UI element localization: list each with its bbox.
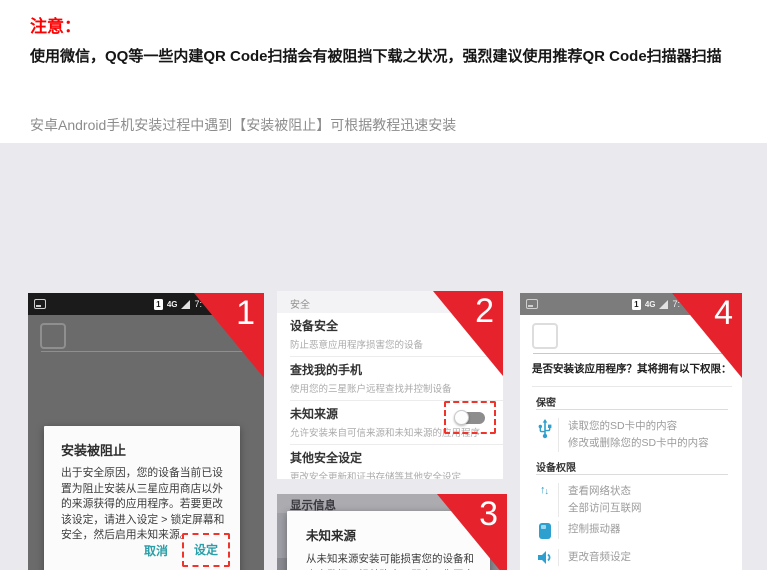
dialog-title: 未知来源 (306, 525, 356, 544)
screenshot-step3: 显示信息 在 安 设 安 设 防 查 使 未 允许安装来自可信来源和未知来源的应… (277, 494, 507, 570)
divider (536, 409, 728, 410)
permission-sd-card: 读取您的SD卡中的内容 修改或删除您的SD卡中的内容 (534, 418, 709, 452)
step-triangle: 1 (194, 293, 264, 378)
signal-strength-icon (659, 300, 668, 309)
window-status-icon (34, 299, 46, 309)
permission-audio: 更改音频设定 (534, 549, 631, 566)
step-number: 1 (236, 293, 255, 333)
window-status-icon (526, 299, 538, 309)
section-privacy: 保密 (536, 394, 556, 409)
divider (536, 474, 728, 475)
usb-storage-icon (534, 418, 556, 452)
vibration-icon (534, 521, 556, 539)
highlight-box-toggle (444, 401, 496, 434)
dialog-title: 安装被阻止 (61, 440, 126, 459)
section-device-permissions: 设备权限 (536, 459, 576, 474)
install-question-title: 是否安装该应用程序？其将拥有以下权限： (532, 361, 734, 376)
notification-badge: 1 (632, 299, 641, 310)
install-blocked-dialog: 安装被阻止 出于安全原因，您的设备当前已设置为阻止安装从三星应用商店以外的来源获… (44, 426, 240, 570)
network-type-indicator: 4G (645, 300, 656, 309)
network-type-indicator: 4G (167, 300, 178, 309)
unknown-sources-toggle[interactable] (454, 410, 486, 426)
permission-text: 控制振动器 (568, 521, 621, 538)
signal-strength-icon (181, 300, 190, 309)
list-item-other-security[interactable]: 其他安全设定 更改安全更新和证书存储等其他安全设定 (277, 445, 503, 479)
screenshot-strip: 1 4G 7: 安装被阻止 出于安全原因，您的设备当前已设置为阻止安装从三星应用… (0, 143, 767, 570)
speaker-icon (534, 549, 556, 566)
permission-vibration: 控制振动器 (534, 521, 621, 539)
step-number: 2 (475, 291, 494, 331)
divider (41, 351, 256, 352)
list-item-unknown-sources[interactable]: 未知来源 允许安装来自可信来源和未知来源的应用程序 (277, 401, 503, 444)
permission-text: 查看网络状态 (568, 483, 642, 500)
permission-text: 修改或删除您的SD卡中的内容 (568, 435, 709, 452)
step-number: 3 (479, 494, 498, 534)
permission-text: 更改音频设定 (568, 549, 631, 566)
cancel-button[interactable]: 取消 (144, 542, 168, 559)
permission-text: 读取您的SD卡中的内容 (568, 418, 709, 435)
divider (532, 386, 732, 387)
app-icon-placeholder (532, 323, 558, 349)
notice-body-text: 使用微信，QQ等一些内建QR Code扫描会有被阻挡下载之状况，强烈建议使用推荐… (30, 42, 755, 72)
dialog-body-text: 出于安全原因，您的设备当前已设置为阻止安装从三星应用商店以外的来源获得的应用程序… (61, 466, 225, 544)
notification-badge: 1 (154, 299, 163, 310)
network-arrows-icon: ↑↓ (534, 483, 556, 517)
dialog-body-text: 从未知来源安装可能损害您的设备和个人数据。轻敲确定，即表示您同意对因使用这些应用… (306, 551, 476, 570)
list-item-find-my-phone[interactable]: 查找我的手机 使用您的三星账户远程查找并控制设备 (277, 357, 503, 400)
app-icon-placeholder (40, 323, 66, 349)
highlight-box-settings: 设定 (182, 533, 230, 567)
screenshot-step2: 安全 设备安全 防止恶意应用程序损害您的设备 查找我的手机 使用您的三星账户远程… (277, 291, 503, 479)
screenshot-step4: 1 4G 7: 是否安装该应用程序？其将拥有以下权限： 保密 (520, 293, 742, 570)
settings-button[interactable]: 设定 (194, 541, 218, 558)
permission-network: ↑↓ 查看网络状态 全部访问互联网 (534, 483, 642, 517)
permission-text: 全部访问互联网 (568, 500, 642, 517)
tutorial-subtitle: 安卓Android手机安装过程中遇到【安装被阻止】可根据教程迅速安装 (30, 115, 456, 135)
screenshot-step1: 1 4G 7: 安装被阻止 出于安全原因，您的设备当前已设置为阻止安装从三星应用… (28, 293, 264, 570)
notice-heading: 注意： (30, 12, 81, 37)
step-number: 4 (714, 293, 733, 333)
divider (533, 353, 734, 354)
